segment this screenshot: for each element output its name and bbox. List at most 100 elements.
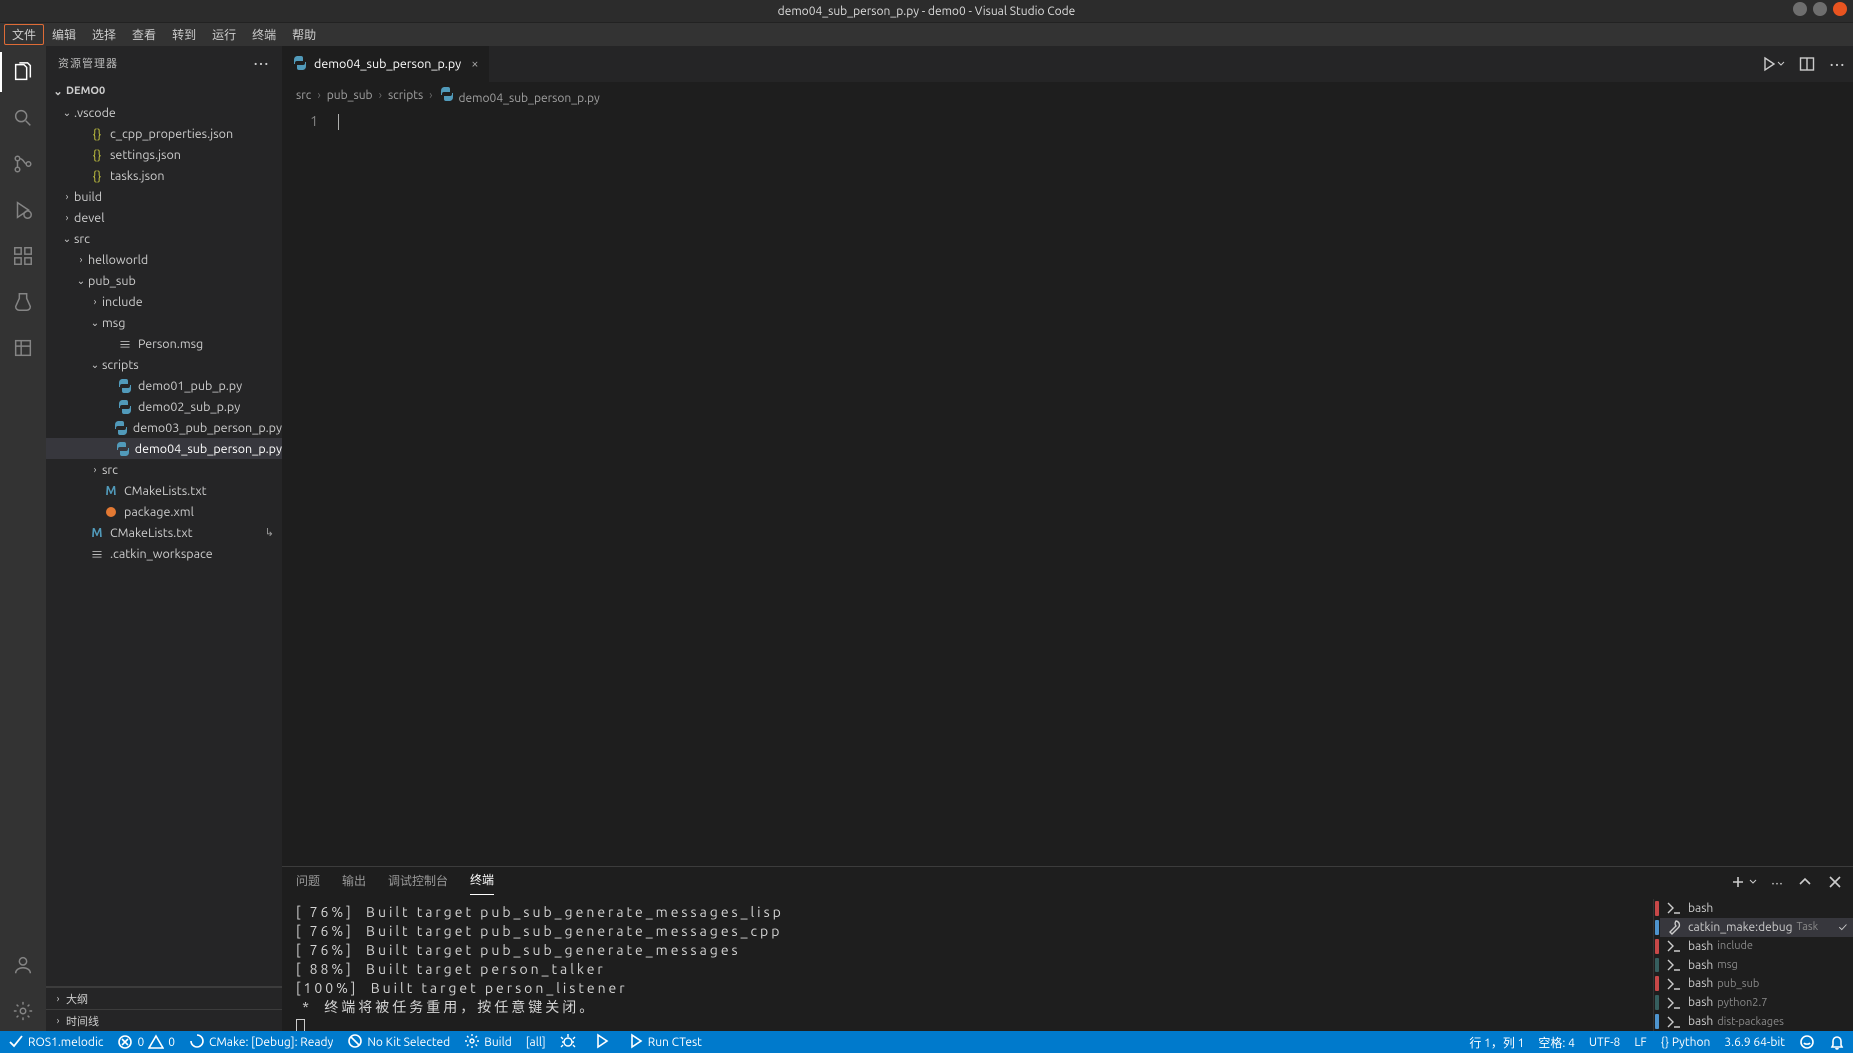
status-item[interactable]: No Kit Selected (347, 1033, 450, 1052)
window-close[interactable] (1833, 2, 1847, 16)
chevron-right-icon: › (88, 464, 102, 475)
menu-帮助[interactable]: 帮助 (284, 24, 324, 45)
activity-explorer[interactable] (0, 52, 46, 92)
file-tree[interactable]: ⌄.vscode{}c_cpp_properties.json{}setting… (46, 102, 282, 986)
tree-item[interactable]: demo04_sub_person_p.py (46, 438, 282, 459)
feedback-icon[interactable] (1799, 1034, 1815, 1050)
status-item[interactable]: ROS1.melodic (8, 1033, 103, 1052)
tree-item[interactable]: MCMakeLists.txt (46, 480, 282, 501)
status-item[interactable] (594, 1033, 614, 1052)
menu-终端[interactable]: 终端 (244, 24, 284, 45)
tree-item[interactable]: ⌄msg (46, 312, 282, 333)
terminal-output[interactable]: [ 76%] Built target pub_sub_generate_mes… (282, 899, 1653, 1031)
tree-item[interactable]: MCMakeLists.txt↳ (46, 522, 282, 543)
activity-source-control[interactable] (0, 144, 46, 184)
panel-close-icon[interactable] (1827, 874, 1843, 893)
tree-item[interactable]: ›build (46, 186, 282, 207)
tree-item[interactable]: ≡.catkin_workspace (46, 543, 282, 564)
status-item[interactable]: Build (464, 1033, 512, 1052)
tree-item[interactable]: ⌄.vscode (46, 102, 282, 123)
panel-tab-2[interactable]: 调试控制台 (388, 872, 448, 895)
tree-item[interactable]: ›include (46, 291, 282, 312)
bell-icon[interactable] (1829, 1034, 1845, 1050)
breadcrumb-item[interactable]: demo04_sub_person_p.py (439, 86, 600, 105)
minimap[interactable] (1797, 108, 1853, 866)
project-header[interactable]: ⌄ DEMO0 (46, 80, 282, 102)
run-file-button[interactable] (1761, 56, 1785, 72)
tree-item-label: .catkin_workspace (110, 547, 213, 561)
status-item[interactable]: 00 (117, 1034, 175, 1050)
tree-item-label: demo03_pub_person_p.py (133, 421, 282, 435)
tree-item[interactable]: demo03_pub_person_p.py (46, 417, 282, 438)
activity-search[interactable] (0, 98, 46, 138)
new-terminal-button[interactable] (1730, 874, 1757, 893)
menu-运行[interactable]: 运行 (204, 24, 244, 45)
panel-chevron-up-icon[interactable] (1797, 874, 1813, 893)
activity-extensions[interactable] (0, 236, 46, 276)
tree-item[interactable]: ⌄src (46, 228, 282, 249)
tree-item[interactable]: ⌄pub_sub (46, 270, 282, 291)
status-item[interactable]: {} Python (1661, 1036, 1711, 1049)
outline-section[interactable]: › 大纲 (46, 987, 282, 1009)
terminal-list-item[interactable]: bashdist-packages (1660, 1012, 1853, 1031)
terminal-list-item[interactable]: bashpub_sub (1660, 974, 1853, 993)
status-item[interactable]: 行 1，列 1 (1469, 1034, 1524, 1051)
status-item[interactable]: UTF-8 (1589, 1036, 1620, 1049)
editor-more-icon[interactable]: ⋯ (1829, 52, 1845, 76)
panel-tab-0[interactable]: 问题 (296, 872, 320, 895)
breadcrumb[interactable]: src›pub_sub›scripts›demo04_sub_person_p.… (282, 82, 1853, 108)
tree-item[interactable]: {}tasks.json (46, 165, 282, 186)
terminal-icon (1666, 900, 1682, 916)
activity-settings[interactable] (0, 991, 46, 1031)
panel-tab-3[interactable]: 终端 (470, 871, 494, 895)
terminal-list-item[interactable]: bashmsg (1660, 956, 1853, 975)
tree-item[interactable]: {}c_cpp_properties.json (46, 123, 282, 144)
menu-编辑[interactable]: 编辑 (44, 24, 84, 45)
menu-文件[interactable]: 文件 (4, 24, 44, 45)
status-item[interactable]: CMake: [Debug]: Ready (189, 1033, 333, 1052)
tree-item[interactable]: demo02_sub_p.py (46, 396, 282, 417)
status-item[interactable]: 空格: 4 (1538, 1034, 1574, 1051)
breadcrumb-item[interactable]: src (296, 89, 311, 102)
status-item[interactable]: Run CTest (628, 1033, 702, 1052)
status-item[interactable]: [all] (526, 1036, 546, 1049)
split-editor-button[interactable] (1799, 56, 1815, 72)
activity-testing[interactable] (0, 282, 46, 322)
close-icon[interactable]: × (471, 57, 478, 71)
terminal-sub: dist-packages (1717, 1016, 1784, 1028)
editor-surface[interactable]: 1 (282, 108, 1853, 866)
terminal-list-item[interactable]: bashpython2.7 (1660, 993, 1853, 1012)
window-minimize[interactable] (1793, 2, 1807, 16)
menu-选择[interactable]: 选择 (84, 24, 124, 45)
tree-item[interactable]: demo01_pub_p.py (46, 375, 282, 396)
terminal-icon (1666, 995, 1682, 1011)
panel-tab-1[interactable]: 输出 (342, 872, 366, 895)
status-item[interactable]: 3.6.9 64-bit (1724, 1036, 1785, 1049)
terminal-list-item[interactable]: catkin_make:debugTask✓ (1660, 918, 1853, 937)
tree-item[interactable]: ≡Person.msg (46, 333, 282, 354)
tree-item[interactable]: ›devel (46, 207, 282, 228)
status-item[interactable] (560, 1033, 580, 1052)
activity-ros[interactable] (0, 328, 46, 368)
window-maximize[interactable] (1813, 2, 1827, 16)
activity-run-debug[interactable] (0, 190, 46, 230)
terminal-list-item[interactable]: bash (1660, 899, 1853, 918)
timeline-section[interactable]: › 时间线 (46, 1009, 282, 1031)
sidebar-more-icon[interactable]: ⋯ (253, 51, 270, 75)
code-area[interactable] (336, 108, 1853, 866)
tree-item[interactable]: ›src (46, 459, 282, 480)
tree-item[interactable]: ›helloworld (46, 249, 282, 270)
terminal-list-item[interactable]: bashinclude (1660, 937, 1853, 956)
status-item[interactable]: LF (1634, 1036, 1646, 1049)
menu-查看[interactable]: 查看 (124, 24, 164, 45)
breadcrumb-item[interactable]: pub_sub (327, 89, 373, 102)
menu-转到[interactable]: 转到 (164, 24, 204, 45)
tree-item[interactable]: package.xml (46, 501, 282, 522)
editor-tab-active[interactable]: demo04_sub_person_p.py × (282, 46, 490, 82)
panel-more-icon[interactable]: ⋯ (1771, 875, 1783, 892)
activity-account[interactable] (0, 945, 46, 985)
stop-icon (347, 1033, 363, 1052)
tree-item[interactable]: ⌄scripts (46, 354, 282, 375)
breadcrumb-item[interactable]: scripts (388, 89, 423, 102)
tree-item[interactable]: {}settings.json (46, 144, 282, 165)
